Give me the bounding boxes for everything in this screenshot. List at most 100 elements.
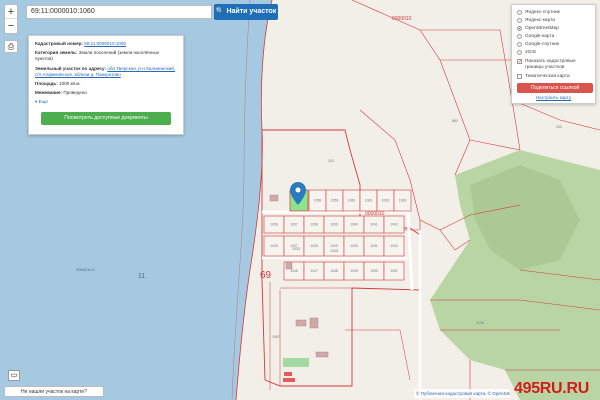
region-number: 69 (260, 270, 272, 281)
radio-selected-icon[interactable] (517, 25, 522, 31)
parcel-number: 1026 (270, 244, 278, 248)
print-icon: ⎙ (7, 42, 15, 51)
print-button[interactable]: ⎙ (4, 40, 18, 53)
parcel-number: 1061 (365, 199, 373, 203)
zoom-in-button[interactable]: + (5, 5, 17, 19)
parcel-number: 1036 (270, 223, 278, 227)
search-button-label: Найти участок (226, 8, 277, 15)
parcel-number: 1028 (310, 244, 318, 248)
parcel-number: 1051 (390, 269, 398, 273)
radio-icon[interactable] (517, 49, 522, 55)
building (283, 378, 295, 382)
parcel-number: 1047 (310, 269, 318, 273)
parcel-number: 1038 (310, 223, 318, 227)
not-found-button[interactable]: Не нашли участок на карте? (4, 386, 104, 397)
overlay-boundaries-option[interactable]: ✓ Показать кадастровые границы участков (517, 59, 590, 71)
parcel-number: 1058 (314, 199, 322, 203)
parcel-number: 1148 (476, 321, 484, 325)
survey-label: Межевание: (35, 90, 63, 96)
map-settings-link[interactable]: Настроить карту (536, 95, 571, 100)
base-layer-option[interactable]: 2GIS (517, 48, 590, 56)
base-layer-label: OpenStreetMap (525, 25, 559, 31)
overlay-thematic-option[interactable]: Тематическая карта (517, 73, 590, 80)
search-icon: 🔍 (215, 8, 225, 15)
area-label: Площадь: (35, 80, 58, 86)
area-value: 1000 кв.м. (59, 80, 81, 86)
parcel-number: 1063 (399, 199, 407, 203)
map-attribution[interactable]: © Публичная кадастровая карта, © OpenStr… (414, 389, 510, 398)
base-layer-label: Google-спутник (525, 41, 560, 47)
radio-icon[interactable] (517, 17, 522, 23)
survey-value: Проведено (63, 90, 87, 96)
search-input[interactable]: 69:11:0000010:1060 (26, 5, 212, 19)
layers-icon: ▭ (10, 372, 18, 379)
building (309, 317, 319, 329)
base-layer-label: Яндекс-спутник (525, 9, 560, 15)
checkbox-checked-icon[interactable]: ✓ (517, 59, 522, 65)
building (269, 194, 279, 202)
parcel-info-card: Кадастровый номер: 69:11:0000010:1060 Ка… (28, 35, 184, 135)
search-button[interactable]: 🔍 Найти участок (214, 4, 278, 20)
layers-toggle-button[interactable]: ▭ (8, 370, 20, 381)
base-layer-label: Яндекс-карта (525, 17, 555, 23)
parcel-number: 1050 (370, 269, 378, 273)
parcel-number: 1041 (370, 223, 378, 227)
parcel-number: 1039 (330, 223, 338, 227)
overlay-thematic-label: Тематическая карта (525, 73, 570, 79)
overlay-boundaries-label: Показать кадастровые границы участков (525, 59, 576, 70)
parcel-number: 1035 (330, 249, 338, 253)
building (284, 372, 292, 376)
zoom-control: + − (4, 4, 18, 34)
parcel-number: 1048 (330, 269, 338, 273)
green-area (283, 358, 309, 367)
building (285, 261, 293, 270)
parcel-number: 1029 (330, 244, 338, 248)
checkbox-icon[interactable] (517, 73, 522, 79)
base-layer-option[interactable]: Google-карта (517, 32, 590, 40)
address-label: Земельный участок по адресу: (35, 65, 106, 71)
parcel-number: 1046 (290, 269, 298, 273)
base-layer-label: 2GIS (525, 49, 536, 55)
category-label: Категория земель: (35, 50, 78, 56)
parcel-number: 1033 (292, 247, 300, 251)
parcel-number: 1049 (350, 269, 358, 273)
parcel-number: 1031 (370, 244, 378, 248)
more-toggle[interactable]: ▾ Еще (35, 99, 177, 105)
parcel-number: 1042 (390, 223, 398, 227)
quarter-label-mid: 0000010 (365, 211, 385, 217)
base-layer-option[interactable]: OpenStreetMap (517, 24, 590, 32)
quarter-label-top: 0000010 (392, 16, 412, 22)
cadastral-label: Кадастровый номер: (35, 41, 83, 46)
parcel-number: 1062 (382, 199, 390, 203)
watermark-logo: 495RU.RU (514, 380, 589, 397)
parcel-number: 1040 (350, 223, 358, 227)
parcel-number: 1060 (348, 199, 356, 203)
base-layer-option[interactable]: Яндекс-карта (517, 16, 590, 24)
radio-icon[interactable] (517, 41, 522, 47)
cadastral-link[interactable]: 69:11:0000010:1060 (84, 41, 126, 46)
layers-panel: Яндекс-спутник Яндекс-карта OpenStreetMap G… (511, 4, 596, 104)
radio-icon[interactable] (517, 33, 522, 39)
base-layer-list: Яндекс-спутник Яндекс-карта OpenStreetMap G… (517, 8, 590, 56)
building (295, 319, 307, 327)
parcel-number: 240 (556, 125, 562, 129)
district-number: 11 (138, 273, 145, 280)
radio-icon[interactable] (517, 9, 522, 15)
district-code: 0000010:1 (76, 267, 96, 272)
more-label: Еще (38, 99, 48, 105)
parcel-number: 1037 (290, 223, 298, 227)
base-layer-option[interactable]: Яндекс-спутник (517, 8, 590, 16)
building (315, 351, 329, 358)
parcel-number: 1030 (350, 244, 358, 248)
parcel-number: 115 (328, 159, 334, 163)
share-link-button[interactable]: Поделиться ссылкой (517, 83, 593, 94)
view-documents-button[interactable]: Посмотреть доступные документы (41, 111, 171, 125)
parcel-number: 1032 (390, 244, 398, 248)
base-layer-option[interactable]: Google-спутник (517, 40, 590, 48)
parcel-number: 1067 (272, 335, 280, 339)
chevron-down-icon: ▾ (35, 99, 38, 105)
parcel-number: 1059 (331, 199, 339, 203)
base-layer-label: Google-карта (525, 33, 555, 39)
zoom-out-button[interactable]: − (5, 19, 17, 33)
parcel-number: 862 (452, 119, 458, 123)
